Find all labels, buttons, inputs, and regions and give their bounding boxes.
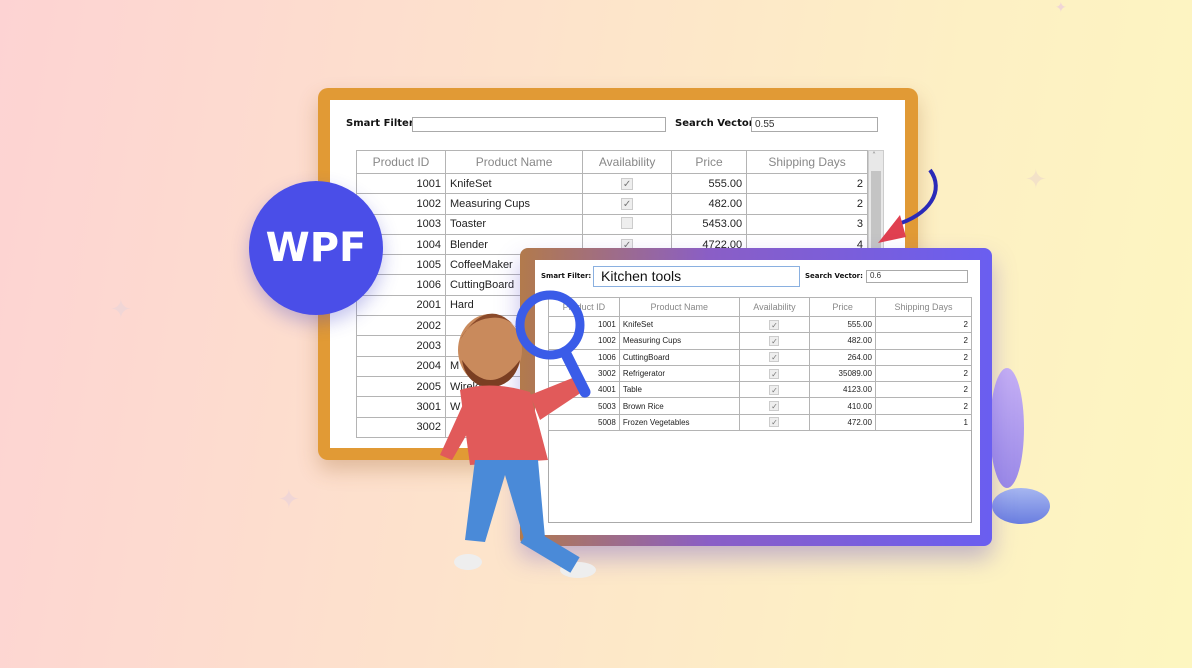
availability-cell: ✓: [738, 413, 811, 432]
column-header[interactable]: Product ID: [356, 150, 446, 174]
table-row[interactable]: 1002 Measuring Cups ✓ 482.00 2: [356, 193, 868, 215]
smart-filter-label: Smart Filter:: [541, 272, 592, 280]
column-header[interactable]: Product Name: [618, 297, 740, 317]
table-row[interactable]: 1002 Measuring Cups ✓ 482.00 2: [548, 332, 973, 350]
table-row[interactable]: 1006 CuttingBoard ✓ 264.00 2: [548, 348, 973, 366]
availability-cell: ✓: [738, 381, 811, 399]
sparkle-icon: ✦: [1055, 0, 1067, 16]
price-cell: 482.00: [809, 332, 876, 350]
product-name-cell: Measuring Cups: [444, 193, 584, 215]
character-with-magnifier: [440, 290, 596, 578]
column-header[interactable]: Availability: [738, 297, 811, 317]
search-vector-input[interactable]: 0.6: [866, 270, 968, 283]
column-header[interactable]: Availability: [582, 150, 672, 174]
search-vector-input[interactable]: 0.55: [751, 117, 878, 132]
table-row[interactable]: 4001 Table ✓ 4123.00 2: [548, 381, 973, 399]
product-name-cell: KnifeSet: [618, 315, 740, 334]
shipping-days-cell: 2: [874, 332, 973, 350]
availability-checkbox[interactable]: ✓: [769, 384, 780, 395]
availability-checkbox[interactable]: [621, 216, 634, 229]
availability-cell: ✓: [582, 193, 672, 215]
price-cell: 555.00: [809, 315, 876, 334]
product-name-cell: Toaster: [444, 213, 584, 235]
availability-cell: ✓: [738, 364, 811, 383]
availability-checkbox[interactable]: ✓: [769, 417, 780, 428]
smart-filter-input[interactable]: Kitchen tools: [593, 266, 800, 287]
shipping-days-cell: 2: [874, 364, 973, 383]
sparkle-icon: ✦: [110, 295, 132, 325]
column-header[interactable]: Price: [809, 297, 876, 317]
table-row[interactable]: 5003 Brown Rice ✓ 410.00 2: [548, 397, 973, 415]
price-cell: 482.00: [670, 193, 748, 215]
availability-cell: ✓: [738, 397, 811, 415]
shipping-days-cell: 2: [746, 172, 868, 195]
wpf-badge: WPF: [249, 181, 383, 315]
price-cell: 472.00: [809, 413, 876, 432]
availability-cell: ✓: [738, 315, 811, 334]
product-id-cell: 1001: [356, 172, 446, 195]
shipping-days-cell: 2: [874, 315, 973, 334]
shipping-days-cell: 2: [874, 381, 973, 399]
column-header[interactable]: Price: [670, 150, 748, 174]
column-header[interactable]: Shipping Days: [874, 297, 973, 317]
product-name-cell: Refrigerator: [618, 364, 740, 383]
availability-checkbox[interactable]: ✓: [621, 197, 634, 210]
smart-filter-input[interactable]: [412, 117, 666, 132]
availability-checkbox[interactable]: ✓: [769, 352, 780, 363]
shipping-days-cell: 2: [874, 348, 973, 366]
availability-checkbox[interactable]: ✓: [769, 335, 780, 346]
shipping-days-cell: 1: [874, 413, 973, 432]
table-row[interactable]: 1003 Toaster 5453.00 3: [356, 213, 868, 235]
table-row[interactable]: 3002 Refrigerator ✓ 35089.00 2: [548, 364, 973, 383]
product-name-cell: Measuring Cups: [618, 332, 740, 350]
availability-checkbox[interactable]: ✓: [769, 319, 780, 330]
price-cell: 410.00: [809, 397, 876, 415]
column-header[interactable]: Shipping Days: [746, 150, 868, 174]
sparkle-icon: ✦: [1025, 165, 1047, 195]
product-name-cell: CuttingBoard: [618, 348, 740, 366]
table-row[interactable]: 1001 KnifeSet ✓ 555.00 2: [548, 315, 973, 334]
table-row[interactable]: 1001 KnifeSet ✓ 555.00 2: [356, 172, 868, 195]
price-cell: 555.00: [670, 172, 748, 195]
price-cell: 264.00: [809, 348, 876, 366]
scroll-up-icon[interactable]: ˄: [872, 151, 876, 160]
shipping-days-cell: 3: [746, 213, 868, 235]
product-name-cell: Frozen Vegetables: [618, 413, 740, 432]
availability-checkbox[interactable]: ✓: [621, 177, 634, 190]
search-vector-label: Search Vector:: [805, 272, 863, 280]
product-name-cell: KnifeSet: [444, 172, 584, 195]
table-row[interactable]: 5008 Frozen Vegetables ✓ 472.00 1: [548, 413, 973, 432]
availability-checkbox[interactable]: ✓: [769, 401, 780, 412]
shipping-days-cell: 2: [874, 397, 973, 415]
arrow-icon: [878, 168, 938, 243]
grid-empty-area: [548, 430, 972, 523]
sparkle-icon: ✦: [278, 485, 300, 515]
availability-cell: ✓: [582, 172, 672, 195]
availability-cell: ✓: [738, 332, 811, 350]
product-name-cell: Brown Rice: [618, 397, 740, 415]
availability-cell: [582, 213, 672, 235]
front-product-grid: Product ID Product Name Availability Price S…: [548, 297, 973, 432]
price-cell: 5453.00: [670, 213, 748, 235]
smart-filter-label: Smart Filter:: [346, 118, 418, 129]
product-name-cell: Table: [618, 381, 740, 399]
price-cell: 4123.00: [809, 381, 876, 399]
shipping-days-cell: 2: [746, 193, 868, 215]
plant-decoration: [990, 368, 1050, 528]
column-header[interactable]: Product Name: [444, 150, 584, 174]
search-vector-label: Search Vector:: [675, 118, 758, 129]
availability-cell: ✓: [738, 348, 811, 366]
price-cell: 35089.00: [809, 364, 876, 383]
availability-checkbox[interactable]: ✓: [769, 368, 780, 379]
